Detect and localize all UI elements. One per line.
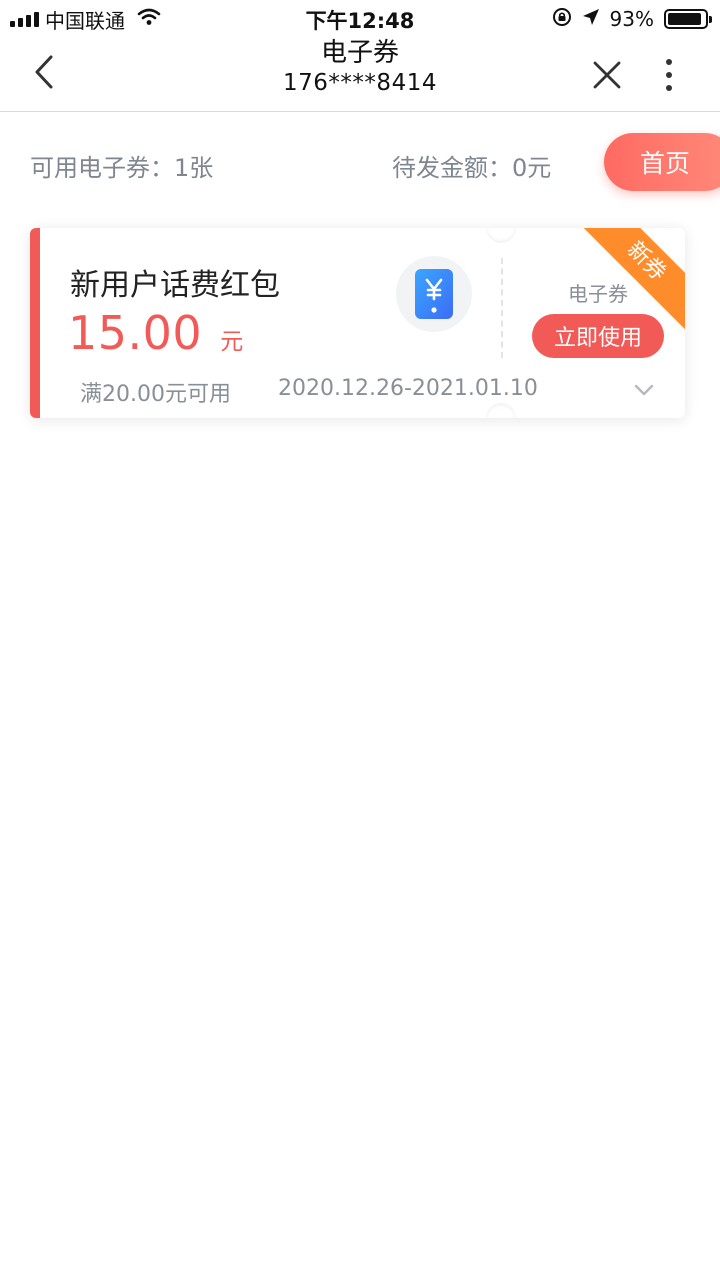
battery-icon [664, 9, 712, 29]
card-divider [501, 258, 503, 358]
close-icon [593, 61, 621, 89]
coupon-summary: 可用电子券：1张 待发金额：0元 首页 [0, 130, 720, 196]
status-bar: 中国联通 下午12:48 93% [0, 0, 720, 38]
coupon-validity: 2020.12.26-2021.01.10 [278, 376, 538, 401]
chevron-left-icon [35, 55, 53, 89]
coupon-card[interactable]: 新用户话费红包 15.00 元 电子券 立即使用 新券 满20.00元可用 20… [30, 228, 685, 418]
more-vertical-icon [666, 59, 672, 91]
chevron-down-icon [634, 384, 654, 396]
use-now-button[interactable]: 立即使用 [532, 314, 664, 358]
nav-titles: 电子券 176****8414 [180, 38, 540, 98]
coupon-unit: 元 [220, 329, 244, 355]
pending-amount: 待发金额：0元 [392, 154, 552, 182]
card-notch-bottom [486, 403, 516, 418]
home-button[interactable]: 首页 [604, 133, 720, 191]
phone-number: 176****8414 [283, 70, 437, 96]
orientation-lock-icon [552, 7, 572, 31]
card-accent-bar [30, 228, 40, 418]
battery-percent: 93% [609, 7, 654, 31]
battery-level [668, 13, 702, 25]
nav-bar: 电子券 176****8414 [0, 38, 720, 112]
page-title: 电子券 [320, 38, 399, 68]
expand-button[interactable] [630, 376, 658, 404]
available-coupons: 可用电子券：1张 [30, 154, 214, 182]
more-button[interactable] [646, 52, 692, 98]
coupon-title: 新用户话费红包 [70, 268, 280, 303]
card-notch-top [486, 228, 516, 243]
coupon-amount: 15.00 [68, 306, 203, 360]
coupon-condition: 满20.00元可用 [80, 382, 231, 407]
location-arrow-icon [582, 8, 600, 30]
close-button[interactable] [584, 52, 630, 98]
phone-yuan-icon [396, 256, 472, 332]
coupon-amount-row: 15.00 元 [68, 306, 243, 360]
status-right: 93% [552, 6, 712, 32]
back-button[interactable] [22, 50, 66, 94]
